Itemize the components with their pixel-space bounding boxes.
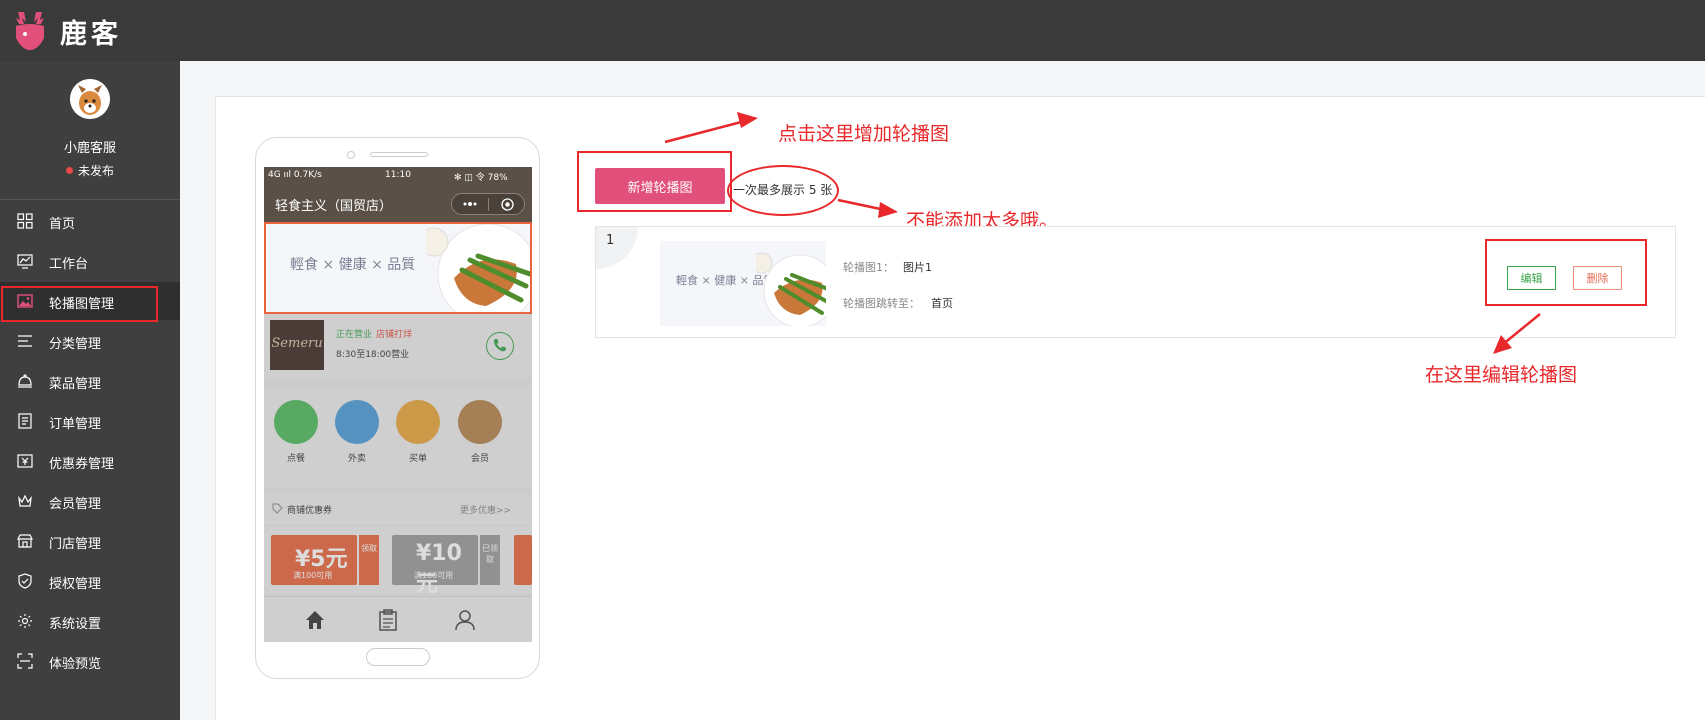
sidebar-item-home[interactable]: 首页: [0, 202, 180, 240]
sidebar-item-category[interactable]: 分类管理: [0, 322, 180, 360]
document-icon: [18, 413, 32, 429]
publish-status: 未发布: [0, 162, 180, 179]
status-text: 未发布: [77, 164, 114, 178]
grid-icon: [17, 213, 33, 229]
screen-dim-overlay: [264, 314, 532, 642]
sidebar-item-label: 首页: [49, 217, 76, 232]
scan-icon: [17, 653, 33, 669]
miniapp-navbar: 轻食主义（国贸店）: [264, 185, 532, 222]
sidebar-item-label: 门店管理: [49, 537, 102, 552]
sidebar-item-label: 订单管理: [49, 417, 102, 432]
annotation-edit: 在这里编辑轮播图: [1425, 364, 1578, 386]
chart-monitor-icon: [17, 254, 33, 269]
highlight-box-sidebar: [1, 286, 158, 322]
sidebar-item-label: 系统设置: [49, 617, 102, 632]
highlight-box-add-button: [577, 151, 732, 212]
sidebar-item-stores[interactable]: 门店管理: [0, 522, 180, 560]
sidebar: 小鹿客服 未发布 首页 工作台 轮播图管理 分类管理 菜品管理 订单管理 优惠券…: [0, 61, 180, 720]
phone-statusbar: 4G ııl 0.7K/s 11:10 ✻ ◫ 令 78%: [264, 167, 532, 185]
link-field-value: 首页: [931, 297, 953, 310]
banner-text: 輕食 × 健康 × 品質: [290, 257, 416, 273]
miniapp-capsule[interactable]: [451, 193, 525, 215]
miniapp-title: 轻食主义（国贸店）: [275, 199, 393, 214]
sidebar-item-label: 分类管理: [49, 337, 102, 352]
annotation-add: 点击这里增加轮播图: [778, 123, 950, 145]
gear-icon: [18, 614, 32, 628]
status-dot-icon: [65, 167, 73, 174]
sidebar-item-label: 优惠券管理: [49, 457, 115, 472]
battery-text: ✻ ◫ 令 78%: [454, 173, 508, 183]
profile-card: 小鹿客服 未发布: [0, 61, 180, 200]
deer-avatar-icon: [70, 79, 110, 119]
yen-ticket-icon: [17, 454, 33, 468]
more-dots-icon: [463, 202, 477, 206]
crown-icon: [18, 494, 32, 507]
carousel-thumbnail[interactable]: 輕食 × 健康 × 品質: [660, 241, 826, 326]
sidebar-item-workbench[interactable]: 工作台: [0, 242, 180, 280]
sidebar-item-orders[interactable]: 订单管理: [0, 402, 180, 440]
phone-home-button: [366, 648, 430, 666]
sidebar-item-label: 会员管理: [49, 497, 102, 512]
phone-banner: 輕食 × 健康 × 品質: [264, 222, 532, 314]
sidebar-item-members[interactable]: 会员管理: [0, 482, 180, 520]
sidebar-item-label: 菜品管理: [49, 377, 102, 392]
deer-logo-icon: [16, 12, 44, 50]
brand-name: 鹿客: [60, 19, 122, 50]
time-text: 11:10: [385, 170, 411, 180]
sidebar-item-settings[interactable]: 系统设置: [0, 602, 180, 640]
avatar[interactable]: [70, 79, 110, 119]
sidebar-item-dishes[interactable]: 菜品管理: [0, 362, 180, 400]
image-field-label: 轮播图1：: [843, 261, 894, 274]
sidebar-item-label: 体验预览: [49, 657, 102, 672]
highlight-ellipse-hint: [727, 165, 839, 216]
food-plate-icon: [426, 224, 530, 312]
list-icon: [18, 335, 32, 347]
profile-name: 小鹿客服: [63, 141, 116, 156]
top-bar: 鹿客: [0, 0, 1705, 61]
index-corner: [596, 227, 638, 269]
phone-camera-icon: [347, 151, 355, 159]
sidebar-item-coupons[interactable]: 优惠券管理: [0, 442, 180, 480]
link-field-label: 轮播图跳转至：: [843, 297, 920, 310]
cloche-icon: [18, 374, 32, 388]
sidebar-item-authorization[interactable]: 授权管理: [0, 562, 180, 600]
carousel-index: 1: [606, 233, 615, 248]
highlight-box-edit-buttons: [1485, 239, 1647, 306]
store-icon: [17, 534, 33, 548]
close-target-icon: [501, 198, 514, 211]
phone-speaker-icon: [370, 152, 428, 157]
sidebar-item-label: 授权管理: [49, 577, 102, 592]
sidebar-item-label: 工作台: [49, 257, 89, 272]
food-plate-icon: [756, 252, 826, 326]
sidebar-item-preview[interactable]: 体验预览: [0, 642, 180, 680]
shield-check-icon: [18, 573, 32, 589]
image-field-value: 图片1: [903, 261, 932, 274]
signal-text: 4G ııl 0.7K/s: [268, 170, 322, 180]
capsule-divider: [488, 198, 489, 211]
phone-screen: 4G ııl 0.7K/s 11:10 ✻ ◫ 令 78% 轻食主义（国贸店） …: [264, 167, 532, 642]
